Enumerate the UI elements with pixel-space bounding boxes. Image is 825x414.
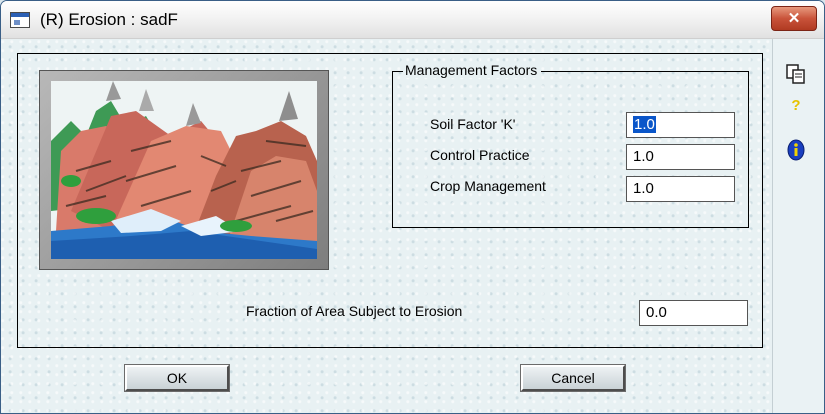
window-title: (R) Erosion : sadF — [40, 10, 178, 29]
ok-button[interactable]: OK — [124, 364, 230, 392]
copy-icon[interactable] — [785, 63, 807, 85]
soil-factor-label: Soil Factor 'K' — [430, 116, 516, 132]
side-toolbar: ? — [772, 39, 824, 413]
erosion-dialog: (R) Erosion : sadF ✕ Management Factors … — [0, 0, 825, 414]
dialog-body: Management Factors Soil Factor 'K' 1.0 C… — [1, 39, 824, 413]
main-panel: Management Factors Soil Factor 'K' 1.0 C… — [17, 53, 763, 348]
management-factors-group: Management Factors Soil Factor 'K' 1.0 C… — [392, 62, 749, 228]
window-icon[interactable] — [10, 12, 30, 28]
mountain-erosion-image — [51, 81, 317, 259]
erosion-illustration — [39, 70, 329, 270]
title-bar[interactable]: (R) Erosion : sadF ✕ — [1, 1, 824, 39]
fraction-area-label: Fraction of Area Subject to Erosion — [246, 303, 463, 319]
crop-management-input[interactable]: 1.0 — [626, 176, 735, 202]
close-icon: ✕ — [787, 10, 801, 27]
close-button[interactable]: ✕ — [771, 6, 817, 31]
control-practice-input[interactable]: 1.0 — [626, 144, 735, 170]
control-practice-label: Control Practice — [430, 147, 530, 163]
info-icon[interactable] — [785, 139, 807, 161]
crop-management-label: Crop Management — [430, 178, 546, 194]
help-icon[interactable]: ? — [785, 97, 807, 119]
management-factors-label: Management Factors — [403, 62, 542, 78]
fraction-area-input[interactable]: 0.0 — [639, 300, 748, 326]
soil-factor-input[interactable]: 1.0 — [626, 112, 735, 138]
cancel-button[interactable]: Cancel — [520, 364, 626, 392]
